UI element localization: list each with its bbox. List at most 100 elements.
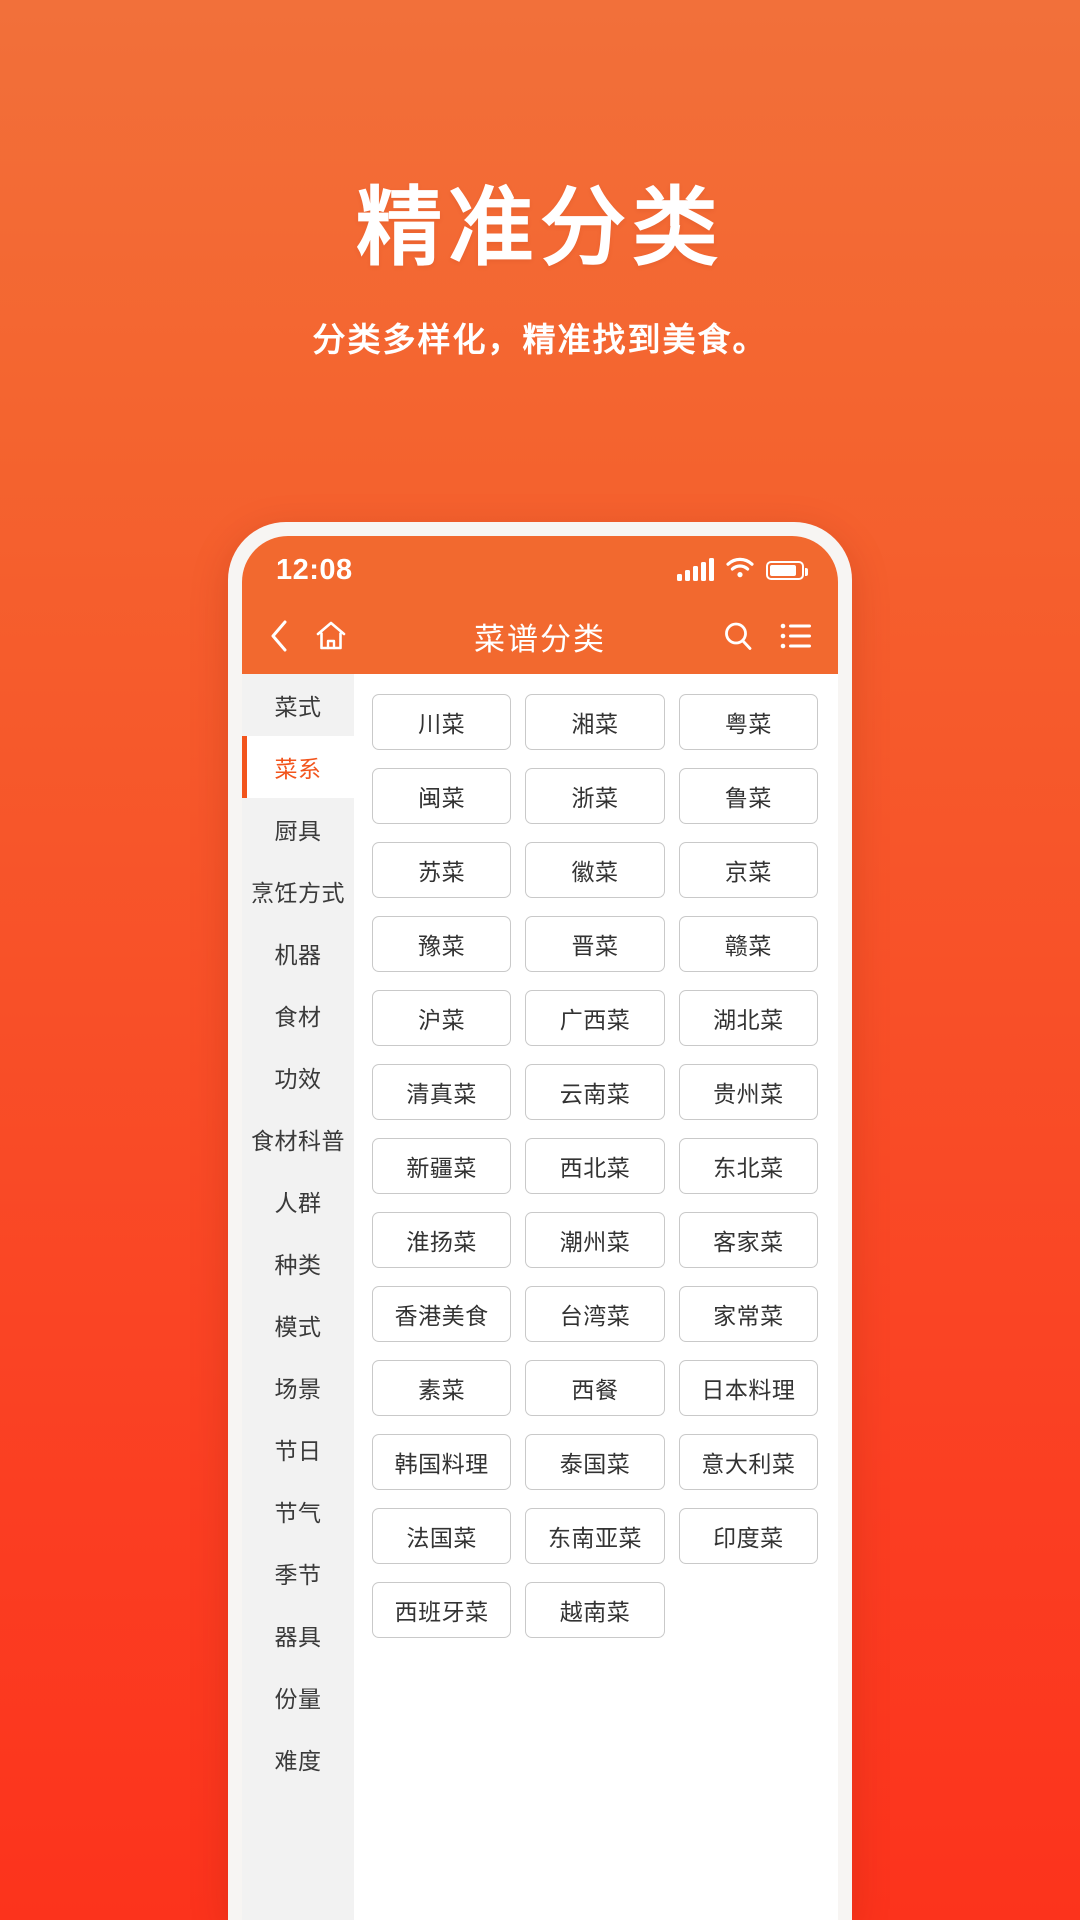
cuisine-chip-label: 赣菜: [724, 933, 772, 959]
sidebar-item-label: 模式: [274, 1314, 322, 1340]
cuisine-chip[interactable]: 晋菜: [525, 916, 665, 972]
sidebar-item-label: 节日: [274, 1438, 322, 1464]
phone-screen: 12:08 菜谱分类 菜式 菜系 厨具 烹饪方式 机器 食材 功效 食材科普 人…: [242, 536, 838, 1920]
cuisine-chip[interactable]: 云南菜: [525, 1064, 665, 1120]
sidebar-item-label: 厨具: [274, 818, 322, 844]
cuisine-chip[interactable]: 贵州菜: [678, 1064, 818, 1120]
cuisine-chip[interactable]: 东北菜: [678, 1138, 818, 1194]
sidebar-item-label: 功效: [274, 1066, 322, 1092]
cuisine-chip-grid: 川菜 湘菜 粤菜闽菜 浙菜 鲁菜苏菜 徽菜 京菜豫菜 晋菜 赣菜沪菜 广西菜 湖北菜清真菜 云南菜 贵州…: [372, 694, 818, 1638]
cuisine-chip[interactable]: 京菜: [678, 842, 818, 898]
cuisine-chip[interactable]: 苏菜: [372, 842, 512, 898]
cuisine-chip[interactable]: 沪菜: [372, 990, 512, 1046]
sidebar-item[interactable]: 食材: [242, 984, 354, 1046]
sidebar-item-label: 菜式: [274, 694, 322, 720]
cuisine-chip[interactable]: 豫菜: [372, 916, 512, 972]
cuisine-chip-label: 晋菜: [571, 933, 619, 959]
sidebar-item-label: 烹饪方式: [251, 880, 345, 906]
cuisine-chip[interactable]: 粤菜: [678, 694, 818, 750]
cuisine-chip[interactable]: 鲁菜: [678, 768, 818, 824]
sidebar-item[interactable]: 器具: [242, 1604, 354, 1666]
cuisine-chip-label: 西班牙菜: [394, 1599, 489, 1625]
cuisine-chip[interactable]: 西餐: [525, 1360, 665, 1416]
sidebar-item[interactable]: 食材科普: [242, 1108, 354, 1170]
chip-grid-pane: 川菜 湘菜 粤菜闽菜 浙菜 鲁菜苏菜 徽菜 京菜豫菜 晋菜 赣菜沪菜 广西菜 湖北菜清真菜 云南菜 贵州…: [354, 674, 838, 1920]
cuisine-chip[interactable]: 川菜: [372, 694, 512, 750]
cuisine-chip[interactable]: 浙菜: [525, 768, 665, 824]
sidebar-item[interactable]: 菜式: [242, 674, 354, 736]
cuisine-chip[interactable]: 闽菜: [372, 768, 512, 824]
cuisine-chip-label: 淮扬菜: [406, 1229, 477, 1255]
category-browser: 菜式菜系厨具烹饪方式机器食材功效食材科普人群种类模式场景节日节气季节器具份量 难度…: [242, 674, 838, 1920]
cuisine-chip[interactable]: 清真菜: [372, 1064, 512, 1120]
cuisine-chip[interactable]: 越南菜: [525, 1582, 665, 1638]
cuisine-chip-label: 新疆菜: [406, 1155, 477, 1181]
cuisine-chip[interactable]: 广西菜: [525, 990, 665, 1046]
sidebar-item[interactable]: 人群: [242, 1170, 354, 1232]
list-menu-icon[interactable]: [780, 623, 812, 649]
category-sidebar[interactable]: 菜式菜系厨具烹饪方式机器食材功效食材科普人群种类模式场景节日节气季节器具份量 难度: [242, 674, 354, 1920]
cuisine-chip[interactable]: 西北菜: [525, 1138, 665, 1194]
sidebar-item[interactable]: 菜系: [242, 736, 354, 798]
cuisine-chip[interactable]: 潮州菜: [525, 1212, 665, 1268]
cuisine-chip-label: 鲁菜: [724, 785, 772, 811]
sidebar-item[interactable]: 份量: [242, 1666, 354, 1728]
home-icon[interactable]: [314, 619, 348, 653]
sidebar-item-label: 人群: [274, 1190, 322, 1216]
cuisine-chip-label: 潮州菜: [559, 1229, 631, 1255]
search-icon[interactable]: [722, 620, 754, 652]
cuisine-chip-label: 客家菜: [713, 1229, 784, 1255]
sidebar-item[interactable]: 模式: [242, 1294, 354, 1356]
sidebar-item[interactable]: 季节: [242, 1542, 354, 1604]
cuisine-chip[interactable]: 台湾菜: [525, 1286, 665, 1342]
cuisine-chip-label: 家常菜: [713, 1303, 784, 1329]
cuisine-chip-label: 清真菜: [406, 1081, 477, 1107]
sidebar-item-label: 菜系: [274, 756, 322, 782]
sidebar-item[interactable]: 难度: [242, 1728, 354, 1790]
cuisine-chip[interactable]: 家常菜: [678, 1286, 818, 1342]
sidebar-item[interactable]: 功效: [242, 1046, 354, 1108]
cuisine-chip[interactable]: 新疆菜: [372, 1138, 512, 1194]
cuisine-chip-label: 湘菜: [571, 711, 619, 737]
cuisine-chip[interactable]: 东南亚菜: [525, 1508, 665, 1564]
cuisine-chip[interactable]: 韩国料理: [372, 1434, 512, 1490]
app-header: 菜谱分类: [242, 598, 838, 674]
cuisine-chip[interactable]: 素菜: [372, 1360, 512, 1416]
cuisine-chip[interactable]: 泰国菜: [525, 1434, 665, 1490]
cuisine-chip-label: 意大利菜: [701, 1451, 796, 1477]
phone-mockup-frame: 12:08 菜谱分类 菜式 菜系 厨具 烹饪方式 机器 食材 功效 食材科普 人…: [228, 522, 852, 1920]
sidebar-item-label: 食材: [274, 1004, 322, 1030]
promo-subtitle: 分类多样化，精准找到美食。: [312, 320, 768, 358]
cuisine-chip[interactable]: 客家菜: [678, 1212, 818, 1268]
sidebar-item[interactable]: 节日: [242, 1418, 354, 1480]
cuisine-chip-label: 泰国菜: [559, 1451, 631, 1477]
sidebar-item-label: 种类: [274, 1252, 322, 1278]
promo-block: 精准分类 分类多样化，精准找到美食。: [0, 0, 1080, 361]
cuisine-chip[interactable]: 赣菜: [678, 916, 818, 972]
cuisine-chip[interactable]: 香港美食: [372, 1286, 512, 1342]
sidebar-item[interactable]: 种类: [242, 1232, 354, 1294]
cuisine-chip-label: 粤菜: [724, 711, 772, 737]
cuisine-chip[interactable]: 日本料理: [678, 1360, 818, 1416]
cuisine-chip-label: 京菜: [724, 859, 772, 885]
promo-title: 精准分类: [356, 180, 724, 276]
sidebar-item-label: 季节: [274, 1562, 322, 1588]
cuisine-chip[interactable]: 淮扬菜: [372, 1212, 512, 1268]
sidebar-item[interactable]: 节气: [242, 1480, 354, 1542]
sidebar-item[interactable]: 烹饪方式: [242, 860, 354, 922]
cuisine-chip[interactable]: 西班牙菜: [372, 1582, 512, 1638]
cuisine-chip[interactable]: 徽菜: [525, 842, 665, 898]
sidebar-item-label: 器具: [274, 1624, 322, 1650]
sidebar-item[interactable]: 机器: [242, 922, 354, 984]
sidebar-item[interactable]: 场景: [242, 1356, 354, 1418]
cuisine-chip[interactable]: 印度菜: [678, 1508, 818, 1564]
cuisine-chip[interactable]: 湖北菜: [678, 990, 818, 1046]
status-icons: [677, 557, 808, 584]
cuisine-chip[interactable]: 法国菜: [372, 1508, 512, 1564]
chevron-left-icon[interactable]: [268, 619, 290, 653]
sidebar-item[interactable]: 厨具: [242, 798, 354, 860]
cuisine-chip-label: 湖北菜: [713, 1007, 784, 1033]
cuisine-chip-label: 越南菜: [559, 1599, 631, 1625]
cuisine-chip[interactable]: 意大利菜: [678, 1434, 818, 1490]
cuisine-chip[interactable]: 湘菜: [525, 694, 665, 750]
